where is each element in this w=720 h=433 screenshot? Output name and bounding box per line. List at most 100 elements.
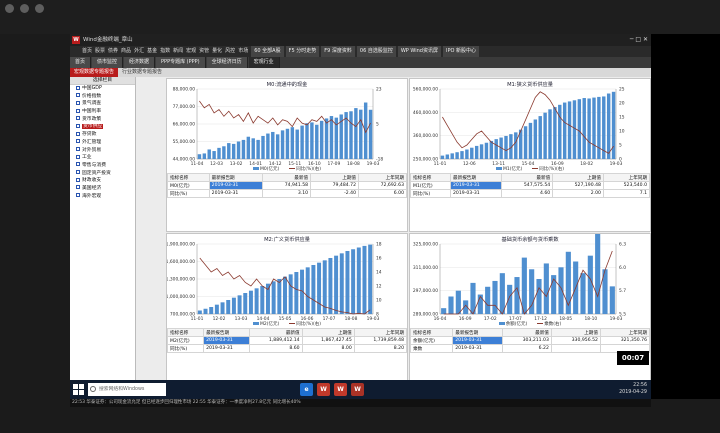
toolbar-shortcut-1[interactable]: F5 分时走势 [285, 46, 320, 57]
table-cell: 2.00 [552, 189, 604, 198]
app-tab-5[interactable]: 宏观行业 [248, 57, 280, 68]
bar [354, 108, 358, 159]
taskbar-app-icon-0[interactable]: e [300, 383, 313, 396]
toolbar-shortcut-4[interactable]: WP Wind资讯屏 [397, 46, 441, 57]
y2-tick-label: 5 [619, 143, 622, 149]
toolbar-shortcut-5[interactable]: IPO 新股中心 [442, 46, 479, 57]
table-header-cell: 最新报告期 [203, 328, 251, 337]
toolbar-shortcut-3[interactable]: 06 自选股监控 [356, 46, 396, 57]
sidebar-item-1[interactable]: 价格指数 [70, 93, 135, 101]
menu-item-5[interactable]: 基金 [147, 48, 157, 54]
legend-label: 同比(%)(右) [539, 167, 565, 172]
bar [448, 296, 454, 314]
sidebar-item-14[interactable]: 海外宏观 [70, 193, 135, 201]
table-header-row: 指标名称 最新报告期 最新值 上期值 上年同期 [167, 173, 407, 182]
y-tick-label: 1,600,000.00 [167, 259, 195, 265]
sidebar-item-8[interactable]: 对外贸易 [70, 147, 135, 155]
sidebar-item-7[interactable]: 外汇管理 [70, 139, 135, 147]
sidebar-item-13[interactable]: 美国经济 [70, 185, 135, 193]
app-tab-3[interactable]: PPP专题库 (PPP) [156, 57, 206, 68]
table-row[interactable]: 同比(%) 2019-03-31 3.10 -2.40 6.00 [167, 189, 407, 198]
menu-item-2[interactable]: 债券 [108, 48, 118, 54]
menu-item-9[interactable]: 资管 [199, 48, 209, 54]
sub-tab-1[interactable]: 行业数据专题报告 [118, 68, 166, 77]
y2-tick-label: 20 [619, 101, 625, 107]
app-tab-1[interactable]: 债市监控 [92, 57, 124, 68]
menu-item-8[interactable]: 宏观 [186, 48, 196, 54]
sidebar-item-3[interactable]: 中国利率 [70, 108, 135, 116]
toolbar-shortcut-0[interactable]: 60 全部A股 [251, 46, 284, 57]
clock-time: 22:56 [633, 383, 647, 388]
sidebar-item-label: 存贷款 [82, 132, 97, 138]
table-cell: 2019-03-31 [452, 336, 503, 345]
table-cell: 余额(亿元) [410, 336, 454, 345]
y2-tick-label: 10 [376, 298, 382, 304]
book-icon [76, 147, 80, 151]
windows-start-icon[interactable] [73, 384, 84, 395]
y2-tick-label: 6.3 [619, 242, 626, 248]
taskbar-search-input[interactable]: 搜索网络和Windows [88, 383, 166, 396]
sidebar-item-5[interactable]: 货币供应 [70, 123, 135, 131]
sidebar-item-0[interactable]: 中国GDP [70, 85, 135, 93]
app-title: Wind金融终端_章山 [83, 37, 133, 43]
app-tab-bar: 首页 债市监控 经济数据 PPP专题库 (PPP) 全球经济日历 宏观行业 [70, 57, 651, 68]
y-tick-label: 1,300,000.00 [167, 277, 195, 283]
y2-tick-label: 18 [376, 242, 382, 248]
bar [548, 109, 552, 159]
maximize-dot[interactable] [35, 4, 44, 13]
table-row[interactable]: 同比(%) 2019-03-31 8.60 8.00 8.20 [167, 344, 407, 353]
sidebar-item-4[interactable]: 货币政策 [70, 116, 135, 124]
table-row[interactable]: 乘数 2019-03-31 6.22 [410, 344, 650, 353]
table-row[interactable]: 余额(亿元) 2019-03-31 303,211.03 330,956.52 321,… [410, 336, 650, 345]
y-tick-label: 297,000.00 [413, 288, 438, 294]
bar [197, 310, 202, 314]
bar [595, 234, 601, 314]
menu-item-7[interactable]: 新闻 [173, 48, 183, 54]
close-dot[interactable] [5, 4, 14, 13]
sidebar-item-2[interactable]: 景气调查 [70, 100, 135, 108]
table-row[interactable]: M2(亿元) 2019-03-31 1,889,412.14 1,867,427.45… [167, 336, 407, 345]
menu-item-4[interactable]: 外汇 [134, 48, 144, 54]
sidebar-item-12[interactable]: 财政收支 [70, 177, 135, 185]
table-cell: 同比(%) [167, 189, 210, 198]
legend-swatch-bar [498, 322, 505, 325]
table-cell: 8.60 [249, 344, 303, 353]
table-cell: 6.22 [501, 344, 552, 353]
table-row[interactable]: M0(亿元) 2019-03-31 74,941.58 79,484.72 72,692… [167, 181, 407, 190]
menu-item-10[interactable]: 量化 [212, 48, 222, 54]
window-controls[interactable]: ─ □ ✕ [630, 34, 648, 46]
app-tab-2[interactable]: 经济数据 [124, 57, 156, 68]
bar [349, 111, 353, 159]
menu-item-3[interactable]: 商品 [121, 48, 131, 54]
sidebar-item-10[interactable]: 零售与消费 [70, 162, 135, 170]
table-header-row: 指标名称 最新报告期 最新值 上期值 上年同期 [410, 173, 650, 182]
legend-swatch-bar [495, 167, 502, 170]
toolbar-shortcut-2[interactable]: F9 深度资料 [321, 46, 355, 57]
sidebar-item-6[interactable]: 存贷款 [70, 131, 135, 139]
bar [266, 133, 270, 159]
menu-item-1[interactable]: 股票 [95, 48, 105, 54]
table-row[interactable]: 同比(%) 2019-03-31 4.60 2.00 7.1 [410, 189, 650, 198]
sub-tab-0[interactable]: 宏观数据专题报告 [70, 68, 119, 77]
menu-item-11[interactable]: 风控 [225, 48, 235, 54]
minimize-dot[interactable] [20, 4, 29, 13]
table-cell: M1(亿元) [410, 181, 451, 190]
bar [197, 154, 202, 159]
bar [558, 267, 564, 314]
sidebar-item-9[interactable]: 工业 [70, 154, 135, 162]
app-tab-0[interactable]: 首页 [70, 57, 92, 68]
taskbar-app-icon-2[interactable]: W [334, 383, 347, 396]
sidebar-item-11[interactable]: 固定资产投资 [70, 170, 135, 178]
sidebar-item-label: 对外贸易 [82, 147, 102, 153]
table-cell: 2019-03-31 [203, 336, 251, 345]
sidebar-item-label: 中国利率 [82, 109, 102, 115]
bar [227, 143, 231, 159]
taskbar-app-icon-1[interactable]: W [317, 383, 330, 396]
menu-item-0[interactable]: 首页 [82, 48, 92, 54]
table-cell: 2019-03-31 [208, 181, 264, 190]
menu-item-12[interactable]: 市场 [238, 48, 248, 54]
taskbar-app-icon-3[interactable]: W [351, 383, 364, 396]
app-tab-4[interactable]: 全球经济日历 [206, 57, 248, 68]
table-row[interactable]: M1(亿元) 2019-03-31 547,575.54 527,190.48 523,… [410, 181, 650, 190]
menu-item-6[interactable]: 指数 [160, 48, 170, 54]
